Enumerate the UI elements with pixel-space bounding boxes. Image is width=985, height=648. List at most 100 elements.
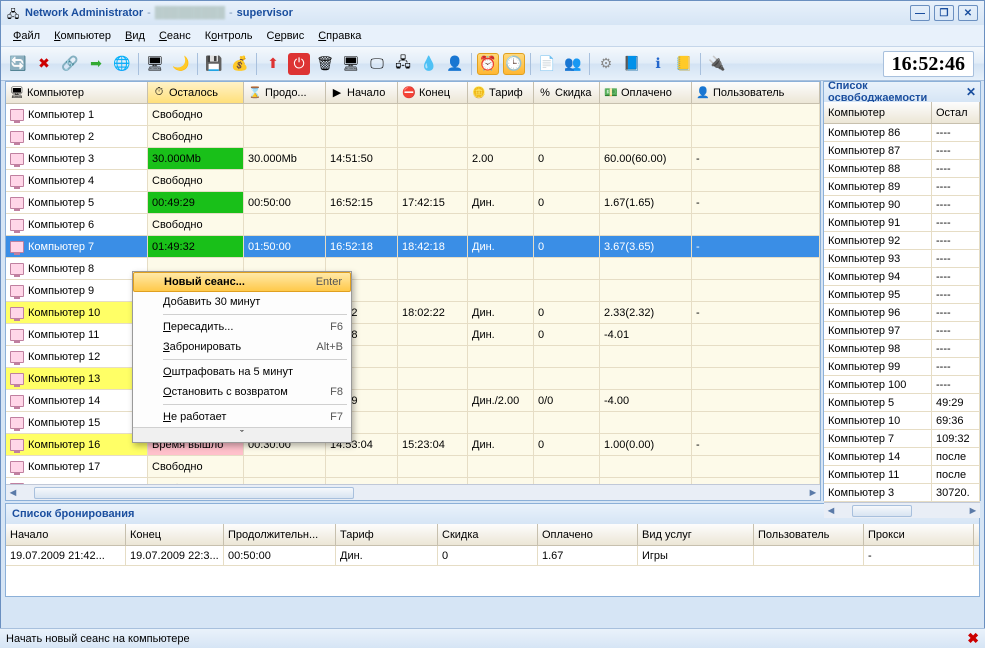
list-item[interactable]: Компьютер 95----: [824, 286, 980, 304]
list-item[interactable]: Компьютер 11после: [824, 466, 980, 484]
table-row[interactable]: Компьютер 330.000Mb30.000Mb14:51:502.000…: [6, 148, 820, 170]
side-col-remain[interactable]: Остал: [932, 102, 980, 123]
table-row[interactable]: Компьютер 12: [6, 346, 820, 368]
bcol-dur[interactable]: Продолжительн...: [224, 524, 336, 545]
minimize-button[interactable]: —: [910, 5, 930, 21]
table-row[interactable]: Компьютер 13: [6, 368, 820, 390]
scroll-right-icon[interactable]: ►: [806, 486, 820, 500]
chevron-down-icon[interactable]: ˇ: [133, 427, 351, 442]
bcol-paid[interactable]: Оплачено: [538, 524, 638, 545]
main-hscroll[interactable]: ◄ ►: [6, 484, 820, 500]
menu-item[interactable]: Пересадить...F6: [133, 317, 351, 337]
col-duration[interactable]: ⌛Продо...: [244, 82, 326, 103]
menu-item[interactable]: Остановить с возвратомF8: [133, 382, 351, 402]
list-item[interactable]: Компьютер 86----: [824, 124, 980, 142]
bcol-tariff[interactable]: Тариф: [336, 524, 438, 545]
close-button[interactable]: ✕: [958, 5, 978, 21]
tb-users-icon[interactable]: 👥: [562, 53, 584, 75]
tb-net-icon[interactable]: 🖧: [392, 53, 414, 75]
bcol-end[interactable]: Конец: [126, 524, 224, 545]
tb-power-icon[interactable]: ⏻: [288, 53, 310, 75]
tb-globe-icon[interactable]: 🌐: [111, 53, 133, 75]
tb-book-icon[interactable]: 📘: [621, 53, 643, 75]
bcol-user[interactable]: Пользователь: [754, 524, 864, 545]
tb-go-icon[interactable]: ➡: [85, 53, 107, 75]
table-row[interactable]: Компьютер 1152:18Дин.0-4.01: [6, 324, 820, 346]
list-item[interactable]: Компьютер 90----: [824, 196, 980, 214]
table-row[interactable]: Компьютер 16Время вышло00:30:0014:53:041…: [6, 434, 820, 456]
side-scroll-left-icon[interactable]: ◄: [824, 504, 838, 518]
bcol-svc[interactable]: Вид услуг: [638, 524, 754, 545]
maximize-button[interactable]: ❐: [934, 5, 954, 21]
table-row[interactable]: Компьютер 1Свободно: [6, 104, 820, 126]
menu-service[interactable]: Сервис: [261, 28, 311, 44]
tb-drop-icon[interactable]: 💧: [418, 53, 440, 75]
list-item[interactable]: Компьютер 99----: [824, 358, 980, 376]
tb-disk-icon[interactable]: 💾: [203, 53, 225, 75]
col-computer[interactable]: 🖥Компьютер: [6, 82, 148, 103]
side-scroll-right-icon[interactable]: ►: [966, 504, 980, 518]
tb-money-icon[interactable]: 💰: [229, 53, 251, 75]
list-item[interactable]: Компьютер 549:29: [824, 394, 980, 412]
table-row[interactable]: Компьютер 500:49:2900:50:0016:52:1517:42…: [6, 192, 820, 214]
list-item[interactable]: Компьютер 98----: [824, 340, 980, 358]
menu-view[interactable]: Вид: [119, 28, 151, 44]
col-remaining[interactable]: ⏱Осталось: [148, 82, 244, 103]
table-row[interactable]: Компьютер 15: [6, 412, 820, 434]
tb-alarm-icon[interactable]: ⏰: [477, 53, 499, 75]
scroll-thumb[interactable]: [34, 487, 354, 499]
menu-item[interactable]: ЗабронироватьAlt+B: [133, 337, 351, 357]
table-row[interactable]: Компьютер 2Свободно: [6, 126, 820, 148]
list-item[interactable]: Компьютер 100----: [824, 376, 980, 394]
list-item[interactable]: Компьютер 94----: [824, 268, 980, 286]
menu-control[interactable]: Контроль: [199, 28, 259, 44]
tb-monitor2-icon[interactable]: 🖵: [366, 53, 388, 75]
table-row[interactable]: Компьютер 17Свободно: [6, 456, 820, 478]
tb-monitor1-icon[interactable]: 🖥: [340, 53, 362, 75]
list-item[interactable]: Компьютер 91----: [824, 214, 980, 232]
list-item[interactable]: Компьютер 1069:36: [824, 412, 980, 430]
col-user[interactable]: 👤Пользователь: [692, 82, 820, 103]
tb-night-icon[interactable]: 🌙: [170, 53, 192, 75]
table-row[interactable]: Компьютер 4Свободно: [6, 170, 820, 192]
list-item[interactable]: Компьютер 88----: [824, 160, 980, 178]
tb-gear-icon[interactable]: ⚙: [595, 53, 617, 75]
menu-item[interactable]: Добавить 30 минут: [133, 292, 351, 312]
side-close-icon[interactable]: ✕: [966, 85, 976, 99]
tb-link-icon[interactable]: 🔗: [59, 53, 81, 75]
menu-item[interactable]: Оштрафовать на 5 минут: [133, 362, 351, 382]
tb-refresh-icon[interactable]: 🔄: [7, 53, 29, 75]
col-start[interactable]: ▶Начало: [326, 82, 398, 103]
bcol-disc[interactable]: Скидка: [438, 524, 538, 545]
tb-plug-icon[interactable]: 🔌: [706, 53, 728, 75]
tb-screen-icon[interactable]: 🖥: [144, 53, 166, 75]
col-end[interactable]: ⛔Конец: [398, 82, 468, 103]
scroll-left-icon[interactable]: ◄: [6, 486, 20, 500]
table-row[interactable]: Компьютер 8: [6, 258, 820, 280]
list-item[interactable]: Компьютер 97----: [824, 322, 980, 340]
tb-info-icon[interactable]: ℹ: [647, 53, 669, 75]
bcol-proxy[interactable]: Прокси: [864, 524, 974, 545]
list-item[interactable]: Компьютер 330720.: [824, 484, 980, 502]
table-row[interactable]: Компьютер 1452:39Дин./2.000/0-4.00: [6, 390, 820, 412]
menu-session[interactable]: Сеанс: [153, 28, 197, 44]
list-item[interactable]: Компьютер 96----: [824, 304, 980, 322]
side-hscroll[interactable]: ◄ ►: [824, 502, 980, 518]
list-item[interactable]: Компьютер 7109:32: [824, 430, 980, 448]
menu-item[interactable]: Не работаетF7: [133, 407, 351, 427]
table-row[interactable]: Компьютер 701:49:3201:50:0016:52:1818:42…: [6, 236, 820, 258]
menu-item[interactable]: Новый сеанс...Enter: [133, 272, 351, 292]
col-tariff[interactable]: 🪙Тариф: [468, 82, 534, 103]
menu-computer[interactable]: Компьютер: [48, 28, 117, 44]
list-item[interactable]: Компьютер 93----: [824, 250, 980, 268]
list-item[interactable]: Компьютер 14после: [824, 448, 980, 466]
list-item[interactable]: Компьютер 87----: [824, 142, 980, 160]
table-row[interactable]: Компьютер 6Свободно: [6, 214, 820, 236]
col-discount[interactable]: %Скидка: [534, 82, 600, 103]
menu-help[interactable]: Справка: [312, 28, 367, 44]
side-col-computer[interactable]: Компьютер: [824, 102, 932, 123]
tb-user-icon[interactable]: 👤: [444, 53, 466, 75]
list-item[interactable]: Компьютер 92----: [824, 232, 980, 250]
tb-notes-icon[interactable]: 📒: [673, 53, 695, 75]
col-paid[interactable]: 💵Оплачено: [600, 82, 692, 103]
